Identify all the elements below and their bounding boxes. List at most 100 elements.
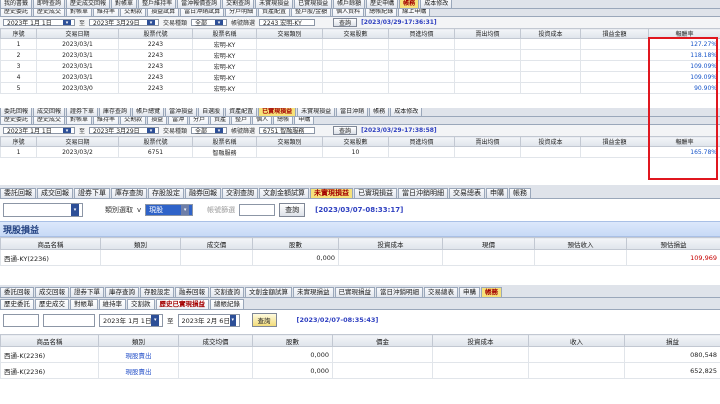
subtab-item[interactable]: 歷史委託 [0, 117, 33, 124]
tab-item[interactable]: 交割查詢 [222, 187, 258, 198]
tab-item[interactable]: 交割查詢 [222, 0, 255, 8]
tab-item[interactable]: 成交回報 [33, 108, 66, 116]
column-header[interactable]: 股數 [252, 334, 333, 347]
tab-item[interactable]: 歷史成交回報 [66, 0, 111, 8]
column-header[interactable]: 類別 [98, 334, 179, 347]
column-header[interactable]: 預估收入 [534, 237, 627, 250]
subtab-item[interactable]: 歷史委託 [0, 9, 33, 16]
tab-item[interactable]: 成交回報 [35, 287, 69, 297]
column-header[interactable]: 損益 [624, 334, 720, 347]
tab-item[interactable]: 交割查詢 [210, 287, 244, 297]
table-row[interactable]: 1 2023/03/2 6751 智融服務 10 165.78% [0, 146, 720, 158]
account-select[interactable] [3, 313, 39, 327]
column-header[interactable]: 預估損益 [626, 237, 720, 250]
subtab-item[interactable]: 維持率 [93, 9, 120, 16]
column-header[interactable]: 賣出均價 [454, 136, 521, 147]
chevron-down-icon[interactable]: ▾ [215, 128, 224, 134]
tab-item[interactable]: 證券下單 [66, 108, 99, 116]
column-header[interactable]: 股票代號 [118, 28, 193, 39]
column-header[interactable]: 買進均價 [388, 136, 455, 147]
tab-item[interactable]: 已實現損益 [258, 108, 297, 116]
tab-item[interactable]: 即時查詢 [33, 0, 66, 8]
date-to-field[interactable]: 2023年 3月29日 ▾ [89, 126, 160, 135]
kind-arrow[interactable]: v [137, 206, 141, 214]
query-button[interactable]: 查詢 [333, 18, 358, 27]
tab-item[interactable]: 整戶維持率 [138, 0, 177, 8]
table-row[interactable]: 西通-KY(2236) 0,000 109,969 [0, 249, 720, 266]
table-row[interactable]: 西通-K(2236) 現股賣出 0,000 080,548 [0, 346, 720, 363]
tab-item[interactable]: 交易總表 [424, 287, 458, 297]
kind-select[interactable]: 全部 ▾ [191, 18, 228, 27]
tab-item[interactable]: 已實現損益 [354, 187, 397, 198]
tab-item[interactable]: 已實現損益 [334, 287, 375, 297]
subtab-item[interactable]: 維持率 [98, 299, 126, 309]
subtab-item[interactable]: 當日沖銷試算 [180, 9, 225, 16]
date-from-field[interactable]: 2023年 1月 1日 ▾ [3, 18, 75, 27]
chevron-down-icon[interactable]: ▾ [181, 205, 190, 215]
tab-item[interactable]: 帳務 [509, 187, 531, 198]
column-header[interactable]: 投資成本 [520, 28, 581, 39]
column-header[interactable]: 報酬率 [648, 28, 720, 39]
column-header[interactable]: 投資成本 [432, 334, 529, 347]
subtab-item[interactable]: 歷史成交 [35, 299, 69, 309]
subtab-item[interactable]: 分戶明細 [225, 9, 258, 16]
tab-item[interactable]: 我的書籤 [0, 0, 33, 8]
tab-item[interactable]: 當沖損益 [165, 108, 198, 116]
column-header[interactable]: 商品名稱 [0, 237, 101, 250]
tab-item[interactable]: 證券下單 [70, 287, 104, 297]
calendar-dropdown-icon[interactable]: ▾ [151, 314, 159, 326]
column-header[interactable]: 序號 [0, 136, 37, 147]
subtab-item[interactable]: 資產 [210, 117, 231, 124]
tab-item[interactable]: 未實現損益 [297, 108, 336, 116]
tab-item[interactable]: 自選股 [198, 108, 225, 116]
tab-item[interactable]: 庫存查詢 [99, 108, 132, 116]
subtab-item[interactable]: 總帳 [273, 117, 294, 124]
query-button[interactable]: 查詢 [333, 126, 358, 135]
column-header[interactable]: 報酬率 [648, 136, 720, 147]
subtab-item[interactable]: 個人資料 [332, 9, 365, 16]
column-header[interactable]: 賣出均價 [454, 28, 521, 39]
date-from-field[interactable]: 2023年 1月 1日 ▾ [3, 126, 75, 135]
column-header[interactable]: 交易日期 [36, 28, 119, 39]
subtab-item[interactable]: 總帳紀錄 [365, 9, 398, 16]
tab-item[interactable]: 融券回報 [185, 187, 221, 198]
subtab-item[interactable]: 歷史委託 [0, 299, 34, 309]
tab-item[interactable]: 交易總表 [449, 187, 485, 198]
tab-item[interactable]: 成本修改 [390, 108, 423, 116]
date-to-field[interactable]: 2023年 3月29日 ▾ [89, 18, 160, 27]
subtab-item[interactable]: 交割款 [120, 9, 147, 16]
tab-item[interactable]: 未實現損益 [255, 0, 294, 8]
tab-item[interactable]: 對帳單 [111, 0, 138, 8]
calendar-dropdown-icon[interactable]: ▾ [63, 128, 71, 134]
subtab-item[interactable]: 個人 [252, 117, 273, 124]
tab-item[interactable]: 成交回報 [37, 187, 73, 198]
account-input[interactable]: 2243 宏明-KY [259, 18, 316, 27]
subtab-item[interactable]: 對帳單 [70, 299, 98, 309]
tab-item[interactable]: 融券回報 [175, 287, 209, 297]
column-header[interactable]: 收入 [528, 334, 625, 347]
table-row[interactable]: 西通-K(2236) 現股賣出 0,000 652,825 [0, 362, 720, 379]
subtab-item[interactable]: 歷史成交 [33, 117, 66, 124]
tab-item[interactable]: 庫存查詢 [111, 187, 147, 198]
tab-item[interactable]: 帳戶餘額 [333, 0, 366, 8]
subtab-item[interactable]: 整戶 [231, 117, 252, 124]
date-to-field[interactable]: 2023年 2月 6日 ▾ [177, 313, 240, 327]
tab-item[interactable]: 歷史申購 [366, 0, 399, 8]
account-input[interactable]: 6751 智融服務 [259, 126, 316, 135]
tab-item[interactable]: 申購 [459, 287, 480, 297]
date-from-field[interactable]: 2023年 1月 1日 ▾ [99, 313, 163, 327]
subtab-item[interactable]: 當沖 [168, 117, 189, 124]
sub-account-select[interactable] [43, 313, 95, 327]
subtab-item[interactable]: 交割款 [127, 299, 155, 309]
query-button[interactable]: 查詢 [279, 203, 306, 217]
subtab-item[interactable]: 資產配置 [258, 9, 291, 16]
column-header[interactable]: 交易股數 [322, 28, 389, 39]
mode-select[interactable]: 現股 ▾ [145, 204, 194, 216]
subtab-item[interactable]: 交割款 [120, 117, 147, 124]
subtab-item[interactable]: 整戶股/金額 [291, 9, 332, 16]
tab-item[interactable]: 庫存查詢 [105, 287, 139, 297]
column-header[interactable]: 交易日期 [36, 136, 119, 147]
tab-item[interactable]: 帳務 [481, 287, 502, 297]
column-header[interactable]: 交易股數 [322, 136, 389, 147]
calendar-dropdown-icon[interactable]: ▾ [229, 314, 236, 326]
